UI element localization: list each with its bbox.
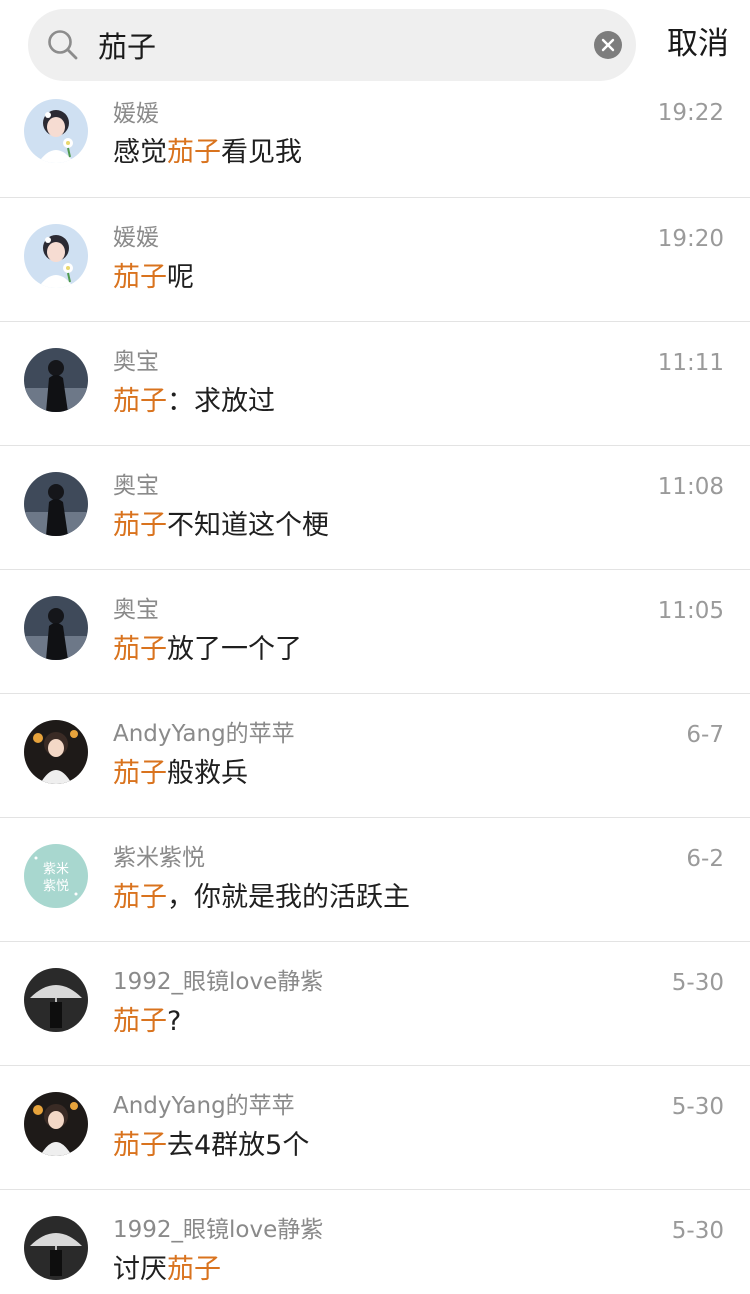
avatar[interactable] xyxy=(24,596,88,660)
sender-name: 媛媛 xyxy=(113,225,159,251)
avatar[interactable] xyxy=(24,968,88,1032)
timestamp: 6-2 xyxy=(686,846,724,872)
search-results-list: 媛媛 感觉茄子看见我 19:22 媛媛 茄子呢 19:20 奥宝 茄子：求放过 11:11 奥宝茄… xyxy=(0,86,750,1294)
avatar[interactable] xyxy=(24,1216,88,1280)
svg-text:紫米: 紫米 xyxy=(43,862,69,877)
message-segment: 讨厌 xyxy=(113,1254,167,1285)
sender-name: 奥宝 xyxy=(113,597,159,623)
search-box[interactable] xyxy=(28,9,636,81)
svg-text:紫悦: 紫悦 xyxy=(43,879,69,894)
message-segment: 不知道这个梗 xyxy=(167,510,329,541)
timestamp: 19:22 xyxy=(657,100,724,126)
keyword-highlight: 茄子 xyxy=(113,386,167,417)
message-preview: 茄子? xyxy=(113,999,181,1038)
message-preview: 茄子：求放过 xyxy=(113,379,275,418)
message-segment: 感觉 xyxy=(113,137,167,168)
timestamp: 11:11 xyxy=(657,350,724,376)
search-header: 取消 xyxy=(0,0,750,86)
keyword-highlight: 茄子 xyxy=(113,1006,167,1037)
cancel-button[interactable]: 取消 xyxy=(652,14,744,74)
keyword-highlight: 茄子 xyxy=(113,262,167,293)
message-preview: 讨厌茄子 xyxy=(113,1247,221,1286)
keyword-highlight: 茄子 xyxy=(113,634,167,665)
result-row[interactable]: 1992_眼镜love静紫讨厌茄子 5-30 xyxy=(0,1190,750,1294)
timestamp: 19:20 xyxy=(657,226,724,252)
avatar[interactable] xyxy=(24,348,88,412)
message-preview: 茄子，你就是我的活跃主 xyxy=(113,875,410,914)
message-preview: 感觉茄子看见我 xyxy=(113,130,302,169)
keyword-highlight: 茄子 xyxy=(113,758,167,789)
result-row[interactable]: 奥宝茄子不知道这个梗 11:08 xyxy=(0,446,750,570)
avatar[interactable] xyxy=(24,720,88,784)
avatar[interactable] xyxy=(24,472,88,536)
sender-name: 媛媛 xyxy=(113,101,159,127)
result-row[interactable]: 奥宝茄子放了一个了 11:05 xyxy=(0,570,750,694)
timestamp: 11:05 xyxy=(657,598,724,624)
result-row[interactable]: 奥宝茄子：求放过 11:11 xyxy=(0,322,750,446)
search-icon xyxy=(48,30,78,60)
message-segment: 去4群放5个 xyxy=(167,1130,310,1161)
chat-search-screen: 取消 媛媛感觉茄子看见我19:22媛媛茄子呢19:20奥宝茄子：求放过11:11… xyxy=(0,0,750,1294)
keyword-highlight: 茄子 xyxy=(113,510,167,541)
message-segment: ，你就是我的活跃主 xyxy=(167,882,410,913)
message-preview: 茄子不知道这个梗 xyxy=(113,503,329,542)
message-preview: 茄子放了一个了 xyxy=(113,627,302,666)
message-segment: 般救兵 xyxy=(167,758,248,789)
sender-name: 奥宝 xyxy=(113,473,159,499)
search-input[interactable] xyxy=(98,9,568,81)
clear-icon[interactable] xyxy=(594,31,622,59)
result-row[interactable]: AndyYang的苹苹茄子般救兵 6-7 xyxy=(0,694,750,818)
timestamp: 5-30 xyxy=(671,1218,724,1244)
sender-name: 奥宝 xyxy=(113,349,159,375)
message-preview: 茄子呢 xyxy=(113,255,194,294)
avatar[interactable] xyxy=(24,1092,88,1156)
result-row[interactable]: 媛媛茄子呢 19:20 xyxy=(0,198,750,322)
result-row[interactable]: 1992_眼镜love静紫茄子? 5-30 xyxy=(0,942,750,1066)
keyword-highlight: 茄子 xyxy=(167,1254,221,1285)
sender-name: 紫米紫悦 xyxy=(113,845,205,871)
message-segment: 呢 xyxy=(167,262,194,293)
timestamp: 11:08 xyxy=(657,474,724,500)
avatar[interactable] xyxy=(24,224,88,288)
sender-name: 1992_眼镜love静紫 xyxy=(113,1217,324,1243)
message-segment: 放了一个了 xyxy=(167,634,302,665)
result-row[interactable]: 紫米 紫悦 紫米紫悦 茄子，你就是我的活跃主 6-2 xyxy=(0,818,750,942)
result-row[interactable]: 媛媛感觉茄子看见我 19:22 xyxy=(0,86,750,198)
sender-name: AndyYang的苹苹 xyxy=(113,1093,295,1119)
avatar[interactable]: 紫米 紫悦 xyxy=(24,844,88,908)
timestamp: 5-30 xyxy=(671,970,724,996)
keyword-highlight: 茄子 xyxy=(167,137,221,168)
timestamp: 6-7 xyxy=(686,722,724,748)
sender-name: AndyYang的苹苹 xyxy=(113,721,295,747)
message-preview: 茄子去4群放5个 xyxy=(113,1123,309,1162)
avatar[interactable] xyxy=(24,99,88,163)
timestamp: 5-30 xyxy=(671,1094,724,1120)
message-preview: 茄子般救兵 xyxy=(113,751,248,790)
sender-name: 1992_眼镜love静紫 xyxy=(113,969,324,995)
result-row[interactable]: AndyYang的苹苹茄子去4群放5个 5-30 xyxy=(0,1066,750,1190)
keyword-highlight: 茄子 xyxy=(113,882,167,913)
message-segment: 看见我 xyxy=(221,137,302,168)
keyword-highlight: 茄子 xyxy=(113,1130,167,1161)
message-segment: ：求放过 xyxy=(167,386,275,417)
message-segment: ? xyxy=(167,1006,182,1037)
